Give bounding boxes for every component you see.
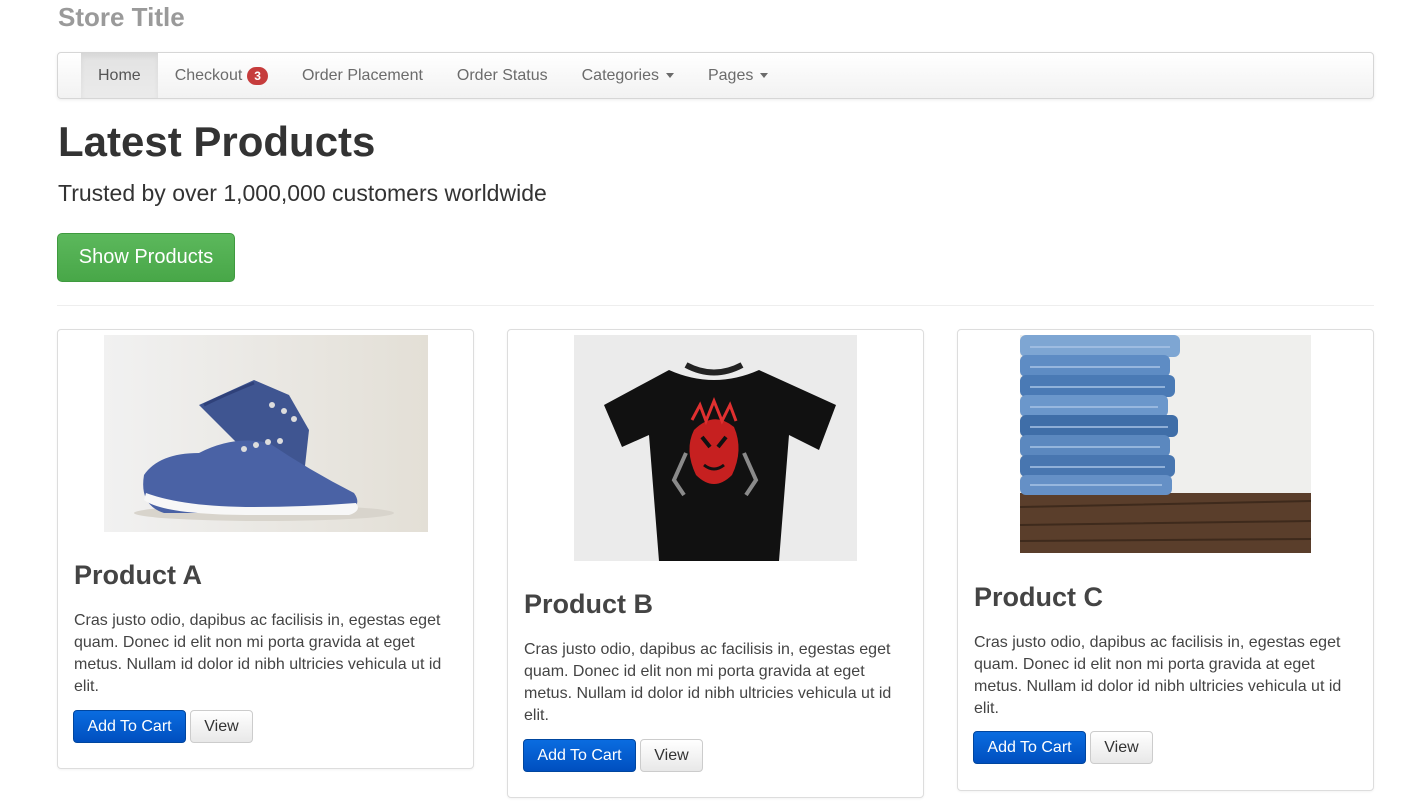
nav-item-checkout[interactable]: Checkout 3 bbox=[158, 53, 285, 98]
nav-item-label: Home bbox=[98, 66, 141, 84]
cart-count-badge: 3 bbox=[247, 66, 268, 85]
product-name[interactable]: Product A bbox=[74, 560, 202, 591]
product-description: Cras justo odio, dapibus ac facilisis in… bbox=[974, 634, 1342, 717]
product-card-b: Product B Cras justo odio, dapibus ac fa… bbox=[507, 329, 924, 798]
blue-sneakers-image[interactable] bbox=[104, 335, 428, 532]
store-title[interactable]: Store Title bbox=[58, 2, 185, 33]
view-button[interactable]: View bbox=[1090, 731, 1153, 764]
add-to-cart-button[interactable]: Add To Cart bbox=[73, 710, 186, 743]
product-name[interactable]: Product C bbox=[974, 582, 1103, 613]
caret-down-icon bbox=[760, 73, 769, 78]
nav-item-label: Categories bbox=[581, 66, 659, 84]
nav-item-label: Order Status bbox=[456, 66, 548, 84]
folded-jeans-image[interactable] bbox=[1020, 335, 1311, 553]
main-navbar: Home Checkout 3 Order Placement Order St… bbox=[57, 52, 1374, 99]
product-card-a: Product A Cras justo odio, dapibus ac fa… bbox=[57, 329, 474, 769]
page-title: Latest Products bbox=[58, 118, 376, 165]
nav-item-order-placement[interactable]: Order Placement bbox=[285, 53, 440, 98]
black-tshirt-image[interactable] bbox=[574, 335, 857, 561]
show-products-button[interactable]: Show Products bbox=[57, 233, 235, 282]
section-divider bbox=[57, 305, 1374, 306]
product-name[interactable]: Product B bbox=[524, 589, 653, 620]
nav-item-order-status[interactable]: Order Status bbox=[440, 53, 565, 98]
caret-down-icon bbox=[665, 73, 674, 78]
add-to-cart-button[interactable]: Add To Cart bbox=[523, 739, 636, 772]
view-button[interactable]: View bbox=[640, 739, 703, 772]
product-description: Cras justo odio, dapibus ac facilisis in… bbox=[524, 641, 892, 724]
add-to-cart-button[interactable]: Add To Cart bbox=[973, 731, 1086, 764]
nav-item-label: Order Placement bbox=[301, 66, 423, 84]
nav-item-label: Pages bbox=[707, 66, 754, 84]
nav-item-label: Checkout bbox=[174, 66, 243, 84]
tagline: Trusted by over 1,000,000 customers worl… bbox=[58, 180, 547, 206]
nav-item-categories[interactable]: Categories bbox=[565, 53, 691, 98]
product-card-c: Product C Cras justo odio, dapibus ac fa… bbox=[957, 329, 1374, 791]
view-button[interactable]: View bbox=[190, 710, 253, 743]
nav-item-home[interactable]: Home bbox=[81, 53, 158, 98]
nav-item-pages[interactable]: Pages bbox=[691, 53, 785, 98]
product-description: Cras justo odio, dapibus ac facilisis in… bbox=[74, 612, 442, 695]
